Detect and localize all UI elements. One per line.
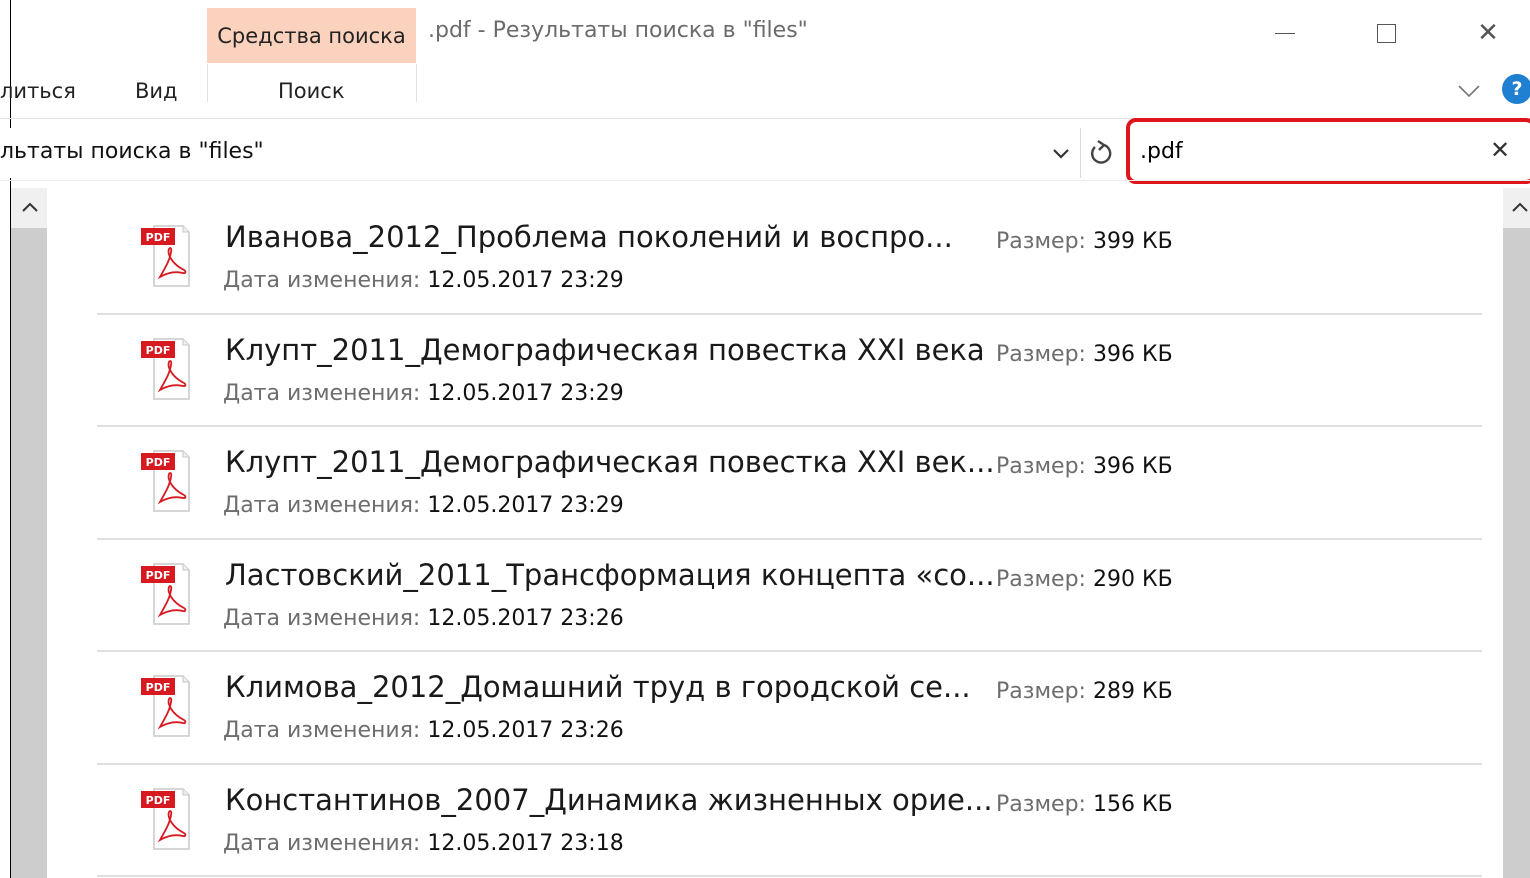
modified-label: Дата изменения: <box>223 718 421 743</box>
modified-value: 12.05.2017 23:29 <box>427 380 624 406</box>
refresh-icon[interactable] <box>1088 139 1114 167</box>
size-value: 290 КБ <box>1092 566 1173 592</box>
modified-label: Дата изменения: <box>223 493 421 518</box>
size-label: Размер: <box>996 454 1086 479</box>
file-size: Размер: 396 КБ <box>996 454 1173 479</box>
file-name: Климова_2012_Домашний труд в городской с… <box>225 670 971 704</box>
file-row[interactable]: PDF Иванова_2012_Проблема поколений и во… <box>97 202 1482 315</box>
svg-text:PDF: PDF <box>146 231 171 244</box>
modified-value: 12.05.2017 23:29 <box>427 493 624 518</box>
size-label: Размер: <box>996 566 1086 592</box>
file-modified: Дата изменения: 12.05.2017 23:26 <box>223 606 624 631</box>
row-divider <box>97 875 1482 877</box>
size-value: 156 КБ <box>1092 791 1173 817</box>
size-value: 399 КБ <box>1092 229 1173 254</box>
svg-text:PDF: PDF <box>146 569 171 582</box>
file-row[interactable]: PDF Клупт_2011_Демографическая повестка … <box>97 315 1482 427</box>
file-row[interactable]: PDF Клупт_2011_Демографическая повестка … <box>97 427 1482 540</box>
tab-share[interactable]: литься <box>0 79 76 103</box>
modified-label: Дата изменения: <box>223 830 421 856</box>
search-input[interactable] <box>1140 132 1470 170</box>
file-modified: Дата изменения: 12.05.2017 23:29 <box>223 493 624 518</box>
file-modified: Дата изменения: 12.05.2017 23:29 <box>223 268 624 293</box>
tab-view[interactable]: Вид <box>135 79 178 103</box>
search-results-list: PDF Иванова_2012_Проблема поколений и во… <box>97 202 1482 877</box>
help-icon[interactable]: ? <box>1502 74 1530 104</box>
size-label: Размер: <box>996 791 1086 817</box>
svg-text:PDF: PDF <box>146 681 171 694</box>
content-scroll-thumb[interactable] <box>1503 228 1530 878</box>
minimize-button[interactable] <box>1265 14 1305 52</box>
pdf-file-icon: PDF <box>141 562 190 625</box>
modified-label: Дата изменения: <box>223 268 421 293</box>
size-label: Размер: <box>996 679 1086 704</box>
ribbon-tabs: литься Вид Поиск <box>0 64 1530 118</box>
address-dropdown-chevron-icon[interactable] <box>1050 144 1072 164</box>
size-value: 396 КБ <box>1092 341 1173 367</box>
file-name: Константинов_2007_Динамика жизненных ори… <box>225 782 993 817</box>
file-modified: Дата изменения: 12.05.2017 23:26 <box>223 718 624 743</box>
file-size: Размер: 396 КБ <box>996 342 1173 367</box>
size-label: Размер: <box>996 341 1086 367</box>
size-value: 289 КБ <box>1092 679 1173 704</box>
tab-separator <box>207 64 208 102</box>
pdf-file-icon: PDF <box>141 787 190 850</box>
pdf-file-icon: PDF <box>141 337 190 400</box>
header-divider <box>0 180 1530 181</box>
size-label: Размер: <box>996 229 1086 254</box>
modified-value: 12.05.2017 23:18 <box>427 830 624 856</box>
navigation-pane-scroll-thumb[interactable] <box>11 228 47 878</box>
tab-separator <box>416 64 417 102</box>
svg-text:PDF: PDF <box>146 344 171 357</box>
file-name: Иванова_2012_Проблема поколений и воспро… <box>225 220 953 254</box>
file-name: Клупт_2011_Демографическая повестка XXI … <box>225 445 995 479</box>
address-path: льтаты поиска в "files" <box>0 139 264 164</box>
scroll-up-arrow-icon[interactable] <box>1510 200 1530 214</box>
file-modified: Дата изменения: 12.05.2017 23:18 <box>223 831 624 856</box>
close-icon: ✕ <box>1477 18 1499 48</box>
scroll-up-arrow-icon[interactable] <box>20 200 40 214</box>
tab-search[interactable]: Поиск <box>278 79 345 103</box>
close-button[interactable]: ✕ <box>1468 14 1508 52</box>
explorer-window: Средства поиска .pdf - Результаты поиска… <box>0 0 1530 878</box>
file-row[interactable]: PDF Константинов_2007_Динамика жизненных… <box>97 765 1482 877</box>
file-row[interactable]: PDF Ластовский_2011_Трансформация концеп… <box>97 540 1482 652</box>
modified-value: 12.05.2017 23:29 <box>427 268 624 293</box>
size-value: 396 КБ <box>1092 454 1173 479</box>
modified-value: 12.05.2017 23:26 <box>427 605 624 631</box>
file-row[interactable]: PDF Климова_2012_Домашний труд в городск… <box>97 652 1482 765</box>
pdf-file-icon: PDF <box>141 675 190 737</box>
modified-value: 12.05.2017 23:26 <box>427 718 624 743</box>
file-size: Размер: 289 КБ <box>996 679 1173 704</box>
svg-text:PDF: PDF <box>146 456 171 469</box>
address-bar[interactable]: льтаты поиска в "files" <box>0 128 1080 178</box>
search-box: ✕ <box>1126 118 1530 184</box>
ribbon-expand-chevron-icon[interactable] <box>1456 78 1482 104</box>
search-tools-context-tab[interactable]: Средства поиска <box>207 8 416 63</box>
maximize-button[interactable] <box>1366 14 1406 52</box>
file-name: Ластовский_2011_Трансформация концепта «… <box>225 557 995 592</box>
clear-search-icon[interactable]: ✕ <box>1490 136 1510 164</box>
file-name: Клупт_2011_Демографическая повестка XXI … <box>225 332 985 367</box>
file-modified: Дата изменения: 12.05.2017 23:29 <box>223 381 624 406</box>
file-size: Размер: 156 КБ <box>996 792 1173 817</box>
modified-label: Дата изменения: <box>223 380 421 406</box>
modified-label: Дата изменения: <box>223 605 421 631</box>
pdf-file-icon: PDF <box>141 450 190 512</box>
file-size: Размер: 399 КБ <box>996 229 1173 254</box>
file-size: Размер: 290 КБ <box>996 567 1173 592</box>
svg-text:PDF: PDF <box>146 794 171 807</box>
pdf-file-icon: PDF <box>141 225 190 287</box>
window-title: .pdf - Результаты поиска в "files" <box>428 18 808 43</box>
address-separator <box>1080 128 1081 178</box>
